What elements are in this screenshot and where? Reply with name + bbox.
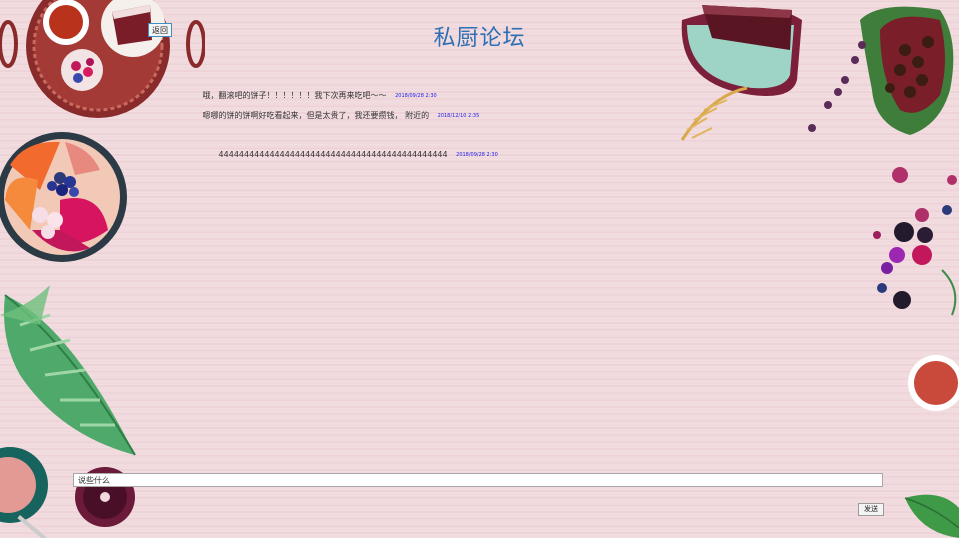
tea-cup-right-image <box>908 355 959 411</box>
reply-input[interactable] <box>73 473 883 487</box>
berries-image <box>873 167 957 316</box>
fruit-bowl-image <box>0 132 127 262</box>
post-date: 2018/12/10 2:35 <box>437 112 480 119</box>
post-content: 哦，翻滚吧的饼子！！！！！！我下次再来吃吧～～ <box>202 91 387 100</box>
submit-button[interactable]: 发送 <box>858 503 884 516</box>
page-title: 私厨论坛 <box>433 26 526 51</box>
post-item: 嗯哪的饼的饼啊好吃看起来，但是太贵了，我还要攒钱， 附近的 2018/12/10… <box>150 110 480 121</box>
post-item: 4444444444444444444444444444444444444444… <box>160 150 498 159</box>
post-item: 哦，翻滚吧的饼子！！！！！！我下次再来吃吧～～ 2018/09/28 2:30 <box>150 90 437 101</box>
post-date: 2018/09/28 2:30 <box>456 151 498 158</box>
basket-with-tea-and-cake-image <box>0 0 205 118</box>
tea-cup-image <box>0 447 59 538</box>
post-date: 2018/09/28 2:30 <box>395 92 437 99</box>
post-content: 4444444444444444444444444444444444444444… <box>218 150 448 159</box>
green-leaf-image <box>904 494 959 538</box>
post-content: 嗯哪的饼的饼啊好吃看起来，但是太贵了，我还要攒钱， 附近的 <box>202 111 430 120</box>
